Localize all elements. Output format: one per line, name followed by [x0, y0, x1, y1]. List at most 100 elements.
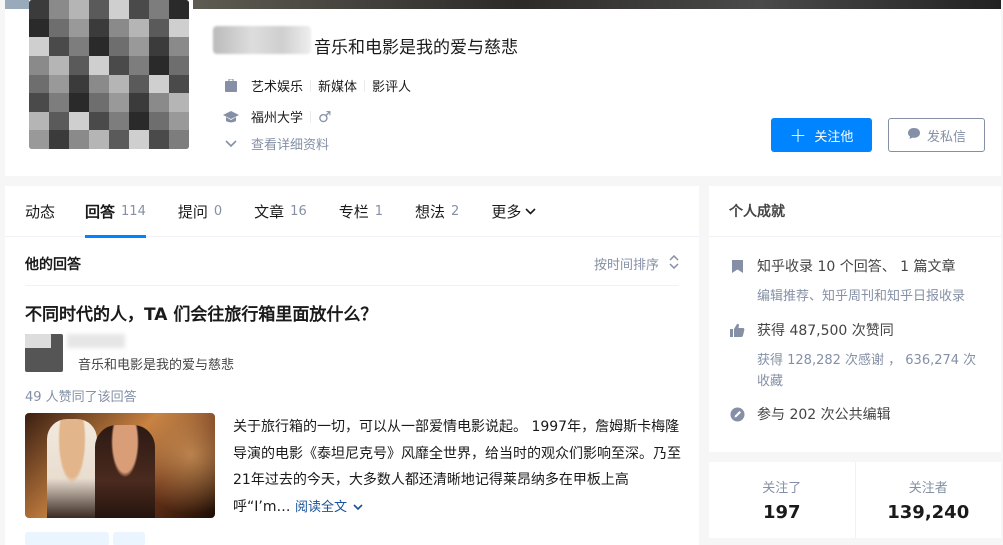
tab-questions[interactable]: 提问 0	[178, 186, 222, 237]
avatar-pixel	[149, 74, 169, 94]
avatar-pixel	[89, 0, 109, 19]
avatar-pixel	[169, 37, 189, 56]
avatar-pixel	[169, 0, 189, 19]
avatar-pixel	[49, 0, 69, 19]
tab-label: 动态	[25, 203, 56, 221]
avatar-pixel	[129, 18, 149, 38]
school-name: 福州大学	[251, 111, 304, 126]
tab-count: 1	[374, 204, 384, 219]
avatar-pixel	[69, 18, 89, 38]
follow-button[interactable]: + 关注他	[771, 118, 872, 152]
more-info-label[interactable]: 查看详细资料	[251, 134, 329, 153]
tab-articles[interactable]: 文章 16	[254, 186, 307, 237]
avatar-pixel	[149, 37, 169, 56]
follow-label: 关注他	[814, 129, 854, 145]
avatar-pixel	[149, 55, 169, 75]
avatar-pixel	[49, 74, 69, 94]
graduation-cap-icon	[223, 109, 239, 125]
avatar-pixel	[29, 37, 49, 56]
vote-down-stub[interactable]	[113, 532, 145, 545]
bookmark-icon	[729, 258, 745, 274]
avatar[interactable]	[29, 0, 189, 149]
chat-bubble-icon	[907, 127, 921, 144]
avatar-pixel	[29, 130, 49, 149]
vote-button-stub[interactable]	[25, 532, 109, 545]
avatar-pixel	[129, 93, 149, 112]
chevron-down-icon	[353, 503, 363, 510]
tab-label: 文章	[254, 203, 285, 221]
message-label: 发私信	[926, 129, 966, 145]
avatar-pixel	[149, 130, 169, 149]
avatar-pixel	[169, 18, 189, 38]
avatar-pixel	[169, 111, 189, 131]
author-headline: 音乐和电影是我的爱与慈悲	[78, 358, 235, 373]
followers-stat[interactable]: 关注者 139,240	[854, 462, 1002, 538]
more-info-toggle[interactable]: 查看详细资料	[223, 134, 329, 153]
sort-arrows-icon	[669, 254, 679, 273]
male-icon: ♂	[318, 107, 332, 126]
profile-tabs: 动态 回答 114 提问 0 文章 16 专栏 1 想法 2 更多	[5, 186, 699, 238]
avatar-pixel	[109, 55, 129, 75]
followers-label: 关注者	[908, 481, 948, 496]
avatar-pixel	[69, 74, 89, 94]
main-content: 动态 回答 114 提问 0 文章 16 专栏 1 想法 2 更多 他的回答 按…	[5, 186, 699, 545]
avatar-pixel	[49, 18, 69, 38]
message-button[interactable]: 发私信	[888, 118, 985, 152]
followers-count: 139,240	[887, 502, 970, 523]
read-more-link[interactable]: 阅读全文	[295, 500, 363, 515]
avatar-pixel	[129, 74, 149, 94]
avatar-pixel	[49, 55, 69, 75]
avatar-pixel	[149, 0, 169, 19]
avatar-pixel	[69, 111, 89, 131]
briefcase-icon	[223, 78, 239, 94]
avatar-pixel	[129, 130, 149, 149]
tab-label: 想法	[415, 203, 446, 221]
thumbnail-figure	[47, 419, 97, 518]
tab-thoughts[interactable]: 想法 2	[415, 186, 459, 237]
answer-excerpt[interactable]: 关于旅行箱的一切，可以从一部爱情电影说起。 1997年，詹姆斯卡梅隆导演的电影《…	[233, 414, 683, 521]
cover-strip	[5, 0, 29, 9]
sort-toggle[interactable]: 按时间排序	[594, 254, 679, 273]
industry-item: 艺术娱乐	[251, 80, 304, 95]
avatar-pixel	[29, 18, 49, 38]
avatar-pixel	[109, 111, 129, 131]
avatar-pixel	[49, 93, 69, 112]
avatar-pixel	[149, 18, 169, 38]
avatar-pixel	[149, 111, 169, 131]
avatar-pixel	[89, 37, 109, 56]
question-title[interactable]: 不同时代的人，TA 们会往旅行箱里面放什么？	[25, 300, 377, 325]
tab-activity[interactable]: 动态	[25, 186, 55, 237]
avatar-pixel	[69, 130, 89, 149]
avatar-pixel	[29, 111, 49, 131]
tab-label: 提问	[177, 203, 208, 221]
included-text: 知乎收录 10 个回答、 1 篇文章	[757, 259, 956, 275]
pencil-circle-icon	[729, 406, 745, 422]
tab-label: 更多	[491, 203, 522, 221]
following-count: 197	[762, 502, 801, 523]
edits-text: 参与 202 次公共编辑	[757, 407, 891, 423]
avatar-pixel	[109, 0, 129, 19]
answer-thumbnail[interactable]	[25, 413, 215, 518]
avatar-pixel	[109, 18, 129, 38]
avatar-pixel	[169, 130, 189, 149]
tab-count: 114	[121, 204, 146, 219]
tab-answers[interactable]: 回答 114	[85, 186, 146, 238]
user-name-redacted	[213, 26, 311, 54]
avatar-pixel	[169, 93, 189, 112]
chevron-down-icon	[525, 208, 536, 215]
tab-columns[interactable]: 专栏 1	[339, 186, 383, 237]
avatar-pixel	[89, 130, 109, 149]
industry-item: 新媒体	[318, 80, 358, 95]
chevron-down-icon	[223, 136, 239, 152]
following-stat[interactable]: 关注了 197	[709, 462, 855, 538]
read-more-label: 阅读全文	[294, 499, 347, 515]
achievements-card: 个人成就 知乎收录 10 个回答、 1 篇文章 编辑推荐、知乎周刊和知乎日报收录…	[709, 186, 1001, 452]
avatar-pixel	[129, 0, 149, 19]
author-avatar[interactable]	[25, 334, 63, 372]
avatar-pixel	[49, 130, 69, 149]
avatar-pixel	[69, 0, 89, 19]
answers-subheader: 他的回答 按时间排序	[25, 250, 679, 286]
tab-more[interactable]: 更多	[491, 186, 536, 237]
avatar-pixel	[29, 0, 49, 19]
tab-label: 专栏	[338, 203, 369, 221]
